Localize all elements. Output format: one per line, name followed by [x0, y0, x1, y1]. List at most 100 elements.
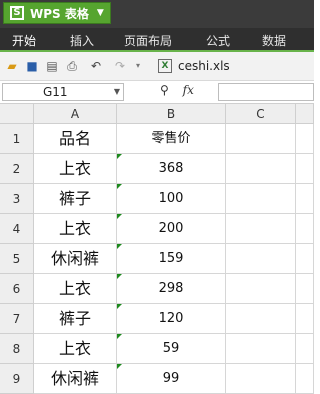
cell-a[interactable]: 休闲裤: [34, 244, 117, 274]
cell-d[interactable]: [296, 244, 314, 274]
cell-b[interactable]: 100: [117, 184, 226, 214]
column-header-c[interactable]: C: [226, 104, 296, 124]
title-bar: S WPS 表格 ▼: [0, 0, 314, 28]
tab-home[interactable]: 开始: [12, 32, 36, 49]
cell-d[interactable]: [296, 154, 314, 184]
open-folder-icon[interactable]: ▰: [4, 58, 20, 74]
redo-icon[interactable]: ↷: [112, 58, 128, 74]
quick-access-toolbar: ▰ ■ ▤ ⎙ ↶ ↷ ▾ X ceshi.xls: [0, 52, 314, 81]
cell-d[interactable]: [296, 304, 314, 334]
select-all-corner[interactable]: [0, 104, 34, 124]
cell-c[interactable]: [226, 244, 296, 274]
row-header[interactable]: 9: [0, 364, 34, 394]
cell-text: 休闲裤: [50, 249, 99, 268]
app-title: WPS 表格: [30, 6, 89, 21]
cell-text: 裤子: [58, 309, 91, 328]
print-icon[interactable]: ⎙: [64, 58, 80, 74]
cell-b[interactable]: 120: [117, 304, 226, 334]
cell-text: 99: [162, 371, 180, 386]
cell-d[interactable]: [296, 364, 314, 394]
document-tab[interactable]: X ceshi.xls: [158, 56, 230, 76]
cell-b[interactable]: 298: [117, 274, 226, 304]
number-as-text-flag-icon[interactable]: [117, 304, 122, 309]
number-as-text-flag-icon[interactable]: [117, 214, 122, 219]
cell-c[interactable]: [226, 214, 296, 244]
name-box[interactable]: G11 ▼: [2, 83, 124, 101]
wps-logo-icon: S: [10, 6, 24, 20]
formula-bar: G11 ▼ ⚲ fx: [0, 81, 314, 104]
cell-c[interactable]: [226, 124, 296, 154]
cell-text: 120: [158, 311, 184, 326]
undo-icon[interactable]: ↶: [88, 58, 104, 74]
number-as-text-flag-icon[interactable]: [117, 154, 122, 159]
chevron-down-icon: ▼: [96, 8, 104, 18]
insert-function-icon[interactable]: fx: [183, 83, 194, 97]
ribbon-tabs: 开始 插入 页面布局 公式 数据: [0, 28, 314, 52]
row-header[interactable]: 7: [0, 304, 34, 334]
tab-formulas[interactable]: 公式: [206, 32, 230, 49]
save-icon[interactable]: ■: [24, 58, 40, 74]
column-header-d[interactable]: [296, 104, 314, 124]
cell-text: 100: [158, 191, 184, 206]
app-menu-button[interactable]: S WPS 表格 ▼: [3, 2, 111, 24]
cell-b[interactable]: 368: [117, 154, 226, 184]
row-header[interactable]: 4: [0, 214, 34, 244]
cell-text: 零售价: [151, 131, 191, 146]
cell-d[interactable]: [296, 274, 314, 304]
cell-c[interactable]: [226, 184, 296, 214]
cell-text: 200: [158, 221, 184, 236]
cell-d[interactable]: [296, 124, 314, 154]
cell-d[interactable]: [296, 184, 314, 214]
tab-insert[interactable]: 插入: [70, 32, 94, 49]
cell-text: 59: [162, 341, 180, 356]
row-header[interactable]: 2: [0, 154, 34, 184]
number-as-text-flag-icon[interactable]: [117, 244, 122, 249]
cell-b[interactable]: 159: [117, 244, 226, 274]
cell-a[interactable]: 裤子: [34, 184, 117, 214]
toolbar-more-icon[interactable]: ▾: [130, 58, 146, 74]
cell-b[interactable]: 59: [117, 334, 226, 364]
column-header-a[interactable]: A: [34, 104, 117, 124]
chevron-down-icon[interactable]: ▼: [114, 84, 120, 100]
cell-reference: G11: [43, 85, 68, 99]
cell-a[interactable]: 上衣: [34, 214, 117, 244]
cell-a[interactable]: 上衣: [34, 334, 117, 364]
row-header[interactable]: 6: [0, 274, 34, 304]
row-header[interactable]: 5: [0, 244, 34, 274]
cell-a[interactable]: 休闲裤: [34, 364, 117, 394]
cell-text: 298: [158, 281, 184, 296]
cell-a[interactable]: 上衣: [34, 154, 117, 184]
cell-d[interactable]: [296, 334, 314, 364]
cell-text: 上衣: [58, 279, 91, 298]
cell-c[interactable]: [226, 274, 296, 304]
cell-a[interactable]: 裤子: [34, 304, 117, 334]
number-as-text-flag-icon[interactable]: [117, 364, 122, 369]
cell-b[interactable]: 200: [117, 214, 226, 244]
number-as-text-flag-icon[interactable]: [117, 184, 122, 189]
row-header[interactable]: 1: [0, 124, 34, 154]
row-header[interactable]: 3: [0, 184, 34, 214]
cell-a[interactable]: 上衣: [34, 274, 117, 304]
column-header-b[interactable]: B: [117, 104, 226, 124]
number-as-text-flag-icon[interactable]: [117, 274, 122, 279]
print-preview-icon[interactable]: ▤: [44, 58, 60, 74]
cell-text: 368: [158, 161, 184, 176]
zoom-icon[interactable]: ⚲: [160, 83, 169, 97]
row-header[interactable]: 8: [0, 334, 34, 364]
document-filename: ceshi.xls: [178, 59, 230, 73]
cell-c[interactable]: [226, 334, 296, 364]
formula-input[interactable]: [218, 83, 314, 101]
cell-a[interactable]: 品名: [34, 124, 117, 154]
cell-c[interactable]: [226, 364, 296, 394]
tab-page-layout[interactable]: 页面布局: [124, 32, 172, 49]
cell-d[interactable]: [296, 214, 314, 244]
cell-c[interactable]: [226, 154, 296, 184]
cell-text: 上衣: [58, 339, 91, 358]
tab-data[interactable]: 数据: [262, 32, 286, 49]
cell-b[interactable]: 零售价: [117, 124, 226, 154]
number-as-text-flag-icon[interactable]: [117, 334, 122, 339]
cell-c[interactable]: [226, 304, 296, 334]
spreadsheet-grid: A B C 1 品名 零售价 2 上衣 368 3 裤子 100 4 上衣 200 5 休闲裤 159 6 上衣…: [0, 104, 314, 394]
cell-b[interactable]: 99: [117, 364, 226, 394]
cell-text: 休闲裤: [50, 369, 99, 388]
